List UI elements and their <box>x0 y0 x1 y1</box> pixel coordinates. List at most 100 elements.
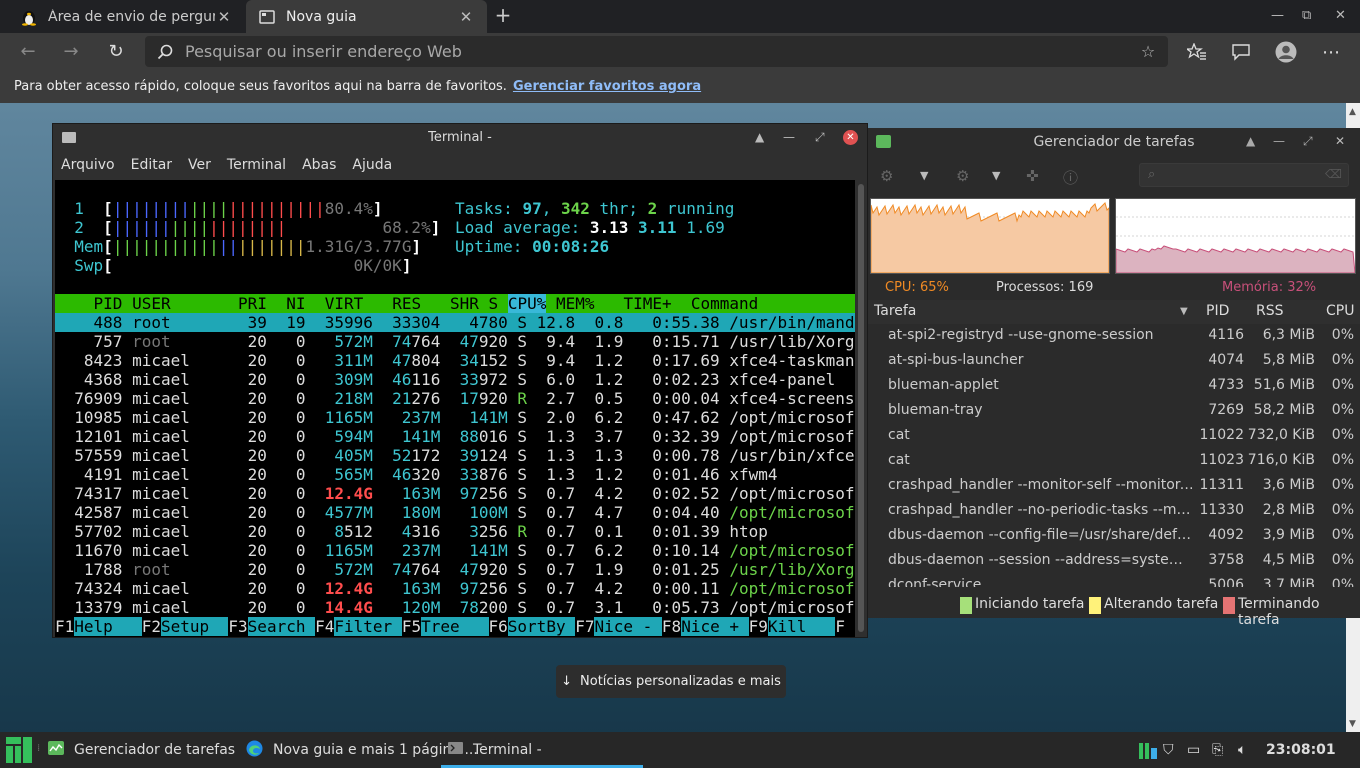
fkey-5[interactable]: F6 <box>489 617 508 636</box>
process-row[interactable]: 1788 root 20 0 572M 74764 47920 S 0.7 1.… <box>55 560 855 579</box>
more-options-icon[interactable]: ⋯ <box>1319 40 1343 64</box>
sort-arrow-icon[interactable]: ▼ <box>1180 306 1188 317</box>
dropdown-arrow-icon[interactable]: ▼ <box>992 169 1000 182</box>
col-pri[interactable]: PRI <box>238 294 267 313</box>
scroll-up-icon[interactable]: ▲ <box>1349 107 1356 117</box>
info-icon[interactable]: ⓘ <box>1063 167 1078 188</box>
close-icon[interactable]: ✕ <box>843 130 858 145</box>
col-mem[interactable]: MEM% <box>556 294 595 313</box>
taskmanager-titlebar[interactable]: Gerenciador de tarefas ▲ — ⤢ ✕ <box>868 128 1360 156</box>
process-table-header[interactable]: PID USER PRI NI VIRT RES SHR S CPU% MEM%… <box>55 294 855 313</box>
fkey-label-7[interactable]: Nice + <box>681 617 749 636</box>
new-tab-button[interactable]: + <box>492 5 514 27</box>
process-tree-icon[interactable]: ⚙ <box>956 167 969 185</box>
fkey-label-1[interactable]: Setup <box>160 617 229 636</box>
process-row[interactable]: 12101 micael 20 0 594M 141M 88016 S 1.3 … <box>55 427 855 446</box>
process-row[interactable]: 57559 micael 20 0 405M 52172 39124 S 1.3… <box>55 446 855 465</box>
clear-icon[interactable]: ⌫ <box>1325 167 1342 181</box>
task-row[interactable]: crashpad_handler --no-periodic-tasks --m… <box>868 499 1360 524</box>
fkey-label-5[interactable]: SortBy <box>507 617 576 636</box>
col-ni[interactable]: NI <box>286 294 305 313</box>
fkey-3[interactable]: F4 <box>315 617 334 636</box>
process-row[interactable]: 42587 micael 20 0 4577M 180M 100M S 0.7 … <box>55 503 855 522</box>
dropdown-arrow-icon[interactable]: ▼ <box>920 169 928 182</box>
col-shr[interactable]: SHR <box>450 294 479 313</box>
task-row[interactable]: dbus-daemon --config-file=/usr/share/def… <box>868 524 1360 549</box>
favorite-star-icon[interactable]: ☆ <box>1128 42 1168 61</box>
maximize-icon[interactable]: ⧉ <box>1302 8 1311 23</box>
tray-taskmanager-icon[interactable] <box>1138 740 1158 764</box>
chat-icon[interactable]: ▭ <box>1187 742 1200 758</box>
fkey-4[interactable]: F5 <box>402 617 421 636</box>
tab-perguntas[interactable]: Área de envio de perguntas ✕ <box>8 0 245 33</box>
col-user[interactable]: USER <box>132 294 228 313</box>
col-virt[interactable]: VIRT <box>325 294 364 313</box>
fkey-label-4[interactable]: Tree <box>421 617 489 636</box>
fkey-label-6[interactable]: Nice - <box>594 617 662 636</box>
settings-gear-icon[interactable]: ⚙ <box>880 167 893 185</box>
menu-terminal[interactable]: Terminal <box>227 157 286 173</box>
fkey-1[interactable]: F2 <box>142 617 161 636</box>
task-row[interactable]: dconf-service 5006 3,7 MiB 0% <box>868 574 1360 587</box>
fkey-6[interactable]: F7 <box>575 617 594 636</box>
process-row[interactable]: 74317 micael 20 0 12.4G 163M 97256 S 0.7… <box>55 484 855 503</box>
fkey-label-3[interactable]: Filter <box>334 617 402 636</box>
minimize-icon[interactable]: — <box>783 130 795 144</box>
crosshair-icon[interactable]: ✜ <box>1026 167 1039 185</box>
fkey-label-2[interactable]: Search <box>247 617 316 636</box>
close-icon[interactable]: ✕ <box>1335 134 1345 148</box>
fkey-8[interactable]: F9 <box>749 617 768 636</box>
minimize-icon[interactable]: — <box>1273 134 1285 148</box>
close-window-icon[interactable]: ✕ <box>1335 8 1346 23</box>
col-cpu[interactable]: CPU <box>1326 303 1354 319</box>
process-row[interactable]: 757 root 20 0 572M 74764 47920 S 9.4 1.9… <box>55 332 855 351</box>
close-icon[interactable]: ✕ <box>457 8 475 26</box>
favorites-icon[interactable] <box>1185 40 1209 64</box>
clipboard-icon[interactable]: ⎘ <box>1212 742 1223 758</box>
fkey-2[interactable]: F3 <box>228 617 247 636</box>
process-row-selected[interactable]: 488 root 39 19 35996 33304 4780 S 12.8 0… <box>55 313 855 332</box>
taskmanager-list[interactable]: at-spi2-registryd --use-gnome-session 411… <box>868 324 1360 587</box>
task-row[interactable]: blueman-applet 4733 51,6 MiB 0% <box>868 374 1360 399</box>
col-pid[interactable]: PID <box>1206 303 1229 319</box>
task-row[interactable]: at-spi-bus-launcher 4074 5,8 MiB 0% <box>868 349 1360 374</box>
col-s[interactable]: S <box>489 294 499 313</box>
task-row[interactable]: at-spi2-registryd --use-gnome-session 411… <box>868 324 1360 349</box>
address-bar[interactable]: ☆ <box>145 36 1168 67</box>
process-row[interactable]: 4368 micael 20 0 309M 46116 33972 S 6.0 … <box>55 370 855 389</box>
minimize-icon[interactable]: — <box>1271 8 1284 23</box>
clock[interactable]: 23:08:01 <box>1266 742 1336 758</box>
col-rss[interactable]: RSS <box>1256 303 1284 319</box>
col-tarefa[interactable]: Tarefa <box>874 303 916 319</box>
htop-screen[interactable]: 1 [||||||||||||||||||||||80.4%] 2 [|||||… <box>55 180 855 637</box>
taskbar-item-browser[interactable]: Nova guia e mais 1 página ... <box>246 732 478 768</box>
fkey-label-8[interactable]: Kill <box>767 617 836 636</box>
fkey-label-0[interactable]: Help <box>74 617 142 636</box>
shade-icon[interactable]: ▲ <box>755 130 764 144</box>
process-row[interactable]: 8423 micael 20 0 311M 47804 34152 S 9.4 … <box>55 351 855 370</box>
process-row[interactable]: 4191 micael 20 0 565M 46320 33876 S 1.3 … <box>55 465 855 484</box>
terminal-titlebar[interactable]: Terminal - ▲ — ⤢ ✕ <box>53 124 867 152</box>
app-menu-button[interactable] <box>6 732 32 768</box>
shield-icon[interactable]: ⛉ <box>1163 742 1174 758</box>
taskbar-item-taskmanager[interactable]: Gerenciador de tarefas <box>48 732 235 768</box>
shade-icon[interactable]: ▲ <box>1246 134 1255 148</box>
task-row[interactable]: cat 11022 732,0 KiB 0% <box>868 424 1360 449</box>
process-row[interactable]: 11670 micael 20 0 1165M 237M 141M S 0.7 … <box>55 541 855 560</box>
process-row[interactable]: 10985 micael 20 0 1165M 237M 141M S 2.0 … <box>55 408 855 427</box>
process-row[interactable]: 76909 micael 20 0 218M 21276 17920 R 2.7… <box>55 389 855 408</box>
fkey-0[interactable]: F1 <box>55 617 74 636</box>
back-icon[interactable]: ← <box>15 39 41 65</box>
scroll-down-icon[interactable]: ▼ <box>1349 719 1356 729</box>
col-res[interactable]: RES <box>392 294 421 313</box>
menu-ajuda[interactable]: Ajuda <box>352 157 392 173</box>
process-row[interactable]: 13379 micael 20 0 14.4G 120M 78200 S 0.7… <box>55 598 855 617</box>
taskbar-item-terminal[interactable]: Terminal - <box>448 732 542 768</box>
task-row[interactable]: blueman-tray 7269 58,2 MiB 0% <box>868 399 1360 424</box>
task-row[interactable]: dbus-daemon --session --address=systemd:… <box>868 549 1360 574</box>
process-row[interactable]: 57702 micael 20 0 8512 4316 3256 R 0.7 0… <box>55 522 855 541</box>
drag-handle-icon[interactable]: ⁞ <box>37 743 40 754</box>
news-button[interactable]: ↓ Notícias personalizadas e mais <box>556 665 786 698</box>
manage-favorites-link[interactable]: Gerenciar favoritos agora <box>513 79 701 94</box>
fkey-9[interactable]: F <box>835 617 845 636</box>
